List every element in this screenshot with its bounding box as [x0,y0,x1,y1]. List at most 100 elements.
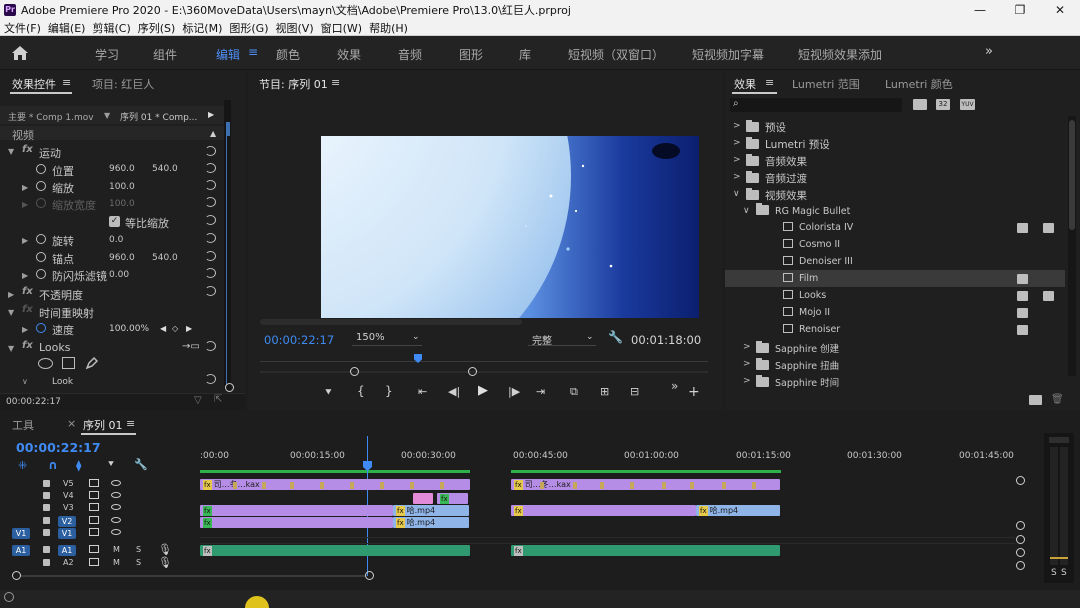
new-bin-icon[interactable] [1029,395,1042,405]
opacity-expand-icon[interactable]: ▶ [8,290,14,299]
workspace-short-video-subtitles[interactable]: 短视频加字幕 [692,46,764,63]
keyframe-marker[interactable] [350,482,354,489]
filter-icon[interactable]: ▽ [194,395,202,406]
lift-icon[interactable]: ⧉ [570,385,578,399]
tab-effect-controls[interactable]: 效果控件 [12,76,56,92]
effects-tree-label[interactable]: 视频效果 [746,188,807,203]
microphone-icon[interactable]: 🎙 [158,543,172,556]
eye-icon[interactable] [111,492,121,498]
stopwatch-icon[interactable] [36,164,46,174]
effect-settings-icon[interactable]: →▭ [182,341,200,352]
accelerated-effects-icon[interactable] [913,99,927,110]
solo-left-label[interactable]: S [1051,568,1057,578]
effects-tree-row[interactable] [725,321,1065,338]
clip-v3[interactable]: fx [511,505,696,516]
add-marker-icon[interactable]: ⯆ [107,459,115,470]
home-icon[interactable] [10,44,30,62]
workspace-color[interactable]: 颜色 [276,46,300,63]
keyframe-marker[interactable] [600,482,604,489]
effect-controls-timecode[interactable]: 00:00:22:17 [6,397,61,407]
reset-icon[interactable] [205,215,216,225]
effects-tree-label[interactable]: Mojo II [783,307,830,318]
clip-v5[interactable]: fx司…冬…kax [200,479,470,490]
chevron-right-icon[interactable]: > [743,359,751,369]
track-target-button[interactable]: V4 [63,491,74,500]
keyframe-marker[interactable] [380,482,384,489]
time-ruler[interactable]: :00:00 00:00:15:00 00:00:30:00 00:00:45:… [200,443,1015,473]
effects-scrollbar[interactable] [1068,116,1076,376]
eye-icon[interactable] [111,529,121,535]
workspace-assembly[interactable]: 组件 [153,46,177,63]
menu-window[interactable]: 窗口(W) [321,20,362,36]
sync-lock-icon[interactable] [89,503,99,511]
reset-icon[interactable] [205,163,216,173]
lock-icon[interactable] [43,529,50,536]
program-monitor-title[interactable]: 节目: 序列 01 [259,76,328,92]
reset-icon[interactable] [205,268,216,278]
fx-badge-icon[interactable]: fx [22,286,33,297]
workspace-graphics[interactable]: 图形 [459,46,483,63]
mute-track-button[interactable]: M [113,545,120,554]
clip-a1[interactable]: fx [200,545,470,556]
effects-tree-label[interactable]: 音频效果 [746,154,807,169]
wrench-icon[interactable]: 🔧 [608,330,623,344]
effects-tree-label[interactable]: Sapphire 扭曲 [756,358,839,372]
show-timeline-icon[interactable]: ▶ [208,110,214,119]
track-target-button[interactable]: V3 [63,503,74,512]
uniform-scale-checkbox[interactable]: ✓ [109,216,120,227]
workspace-short-video-dual[interactable]: 短视频（双窗口） [568,46,664,63]
menu-view[interactable]: 视图(V) [276,20,314,36]
fx-badge-icon[interactable]: fx [22,144,33,155]
extract-icon[interactable]: ⊞ [600,385,609,398]
step-forward-icon[interactable]: |▶ [508,385,520,398]
stopwatch-icon[interactable] [36,269,46,279]
next-keyframe-icon[interactable]: ▶ [186,324,192,333]
fx-badge-icon[interactable]: fx [22,340,33,351]
menu-sequence[interactable]: 序列(S) [138,20,176,36]
clip-v3[interactable]: fx 哈.mp4 [696,505,780,516]
close-tab-icon[interactable]: × [67,417,76,430]
button-editor-icon[interactable]: + [688,384,700,400]
source-patch-button[interactable]: V1 [12,528,30,539]
lock-icon[interactable] [43,517,50,524]
sync-lock-icon[interactable] [89,558,99,566]
menu-graphics[interactable]: 图形(G) [229,20,268,36]
sync-lock-icon[interactable] [89,516,99,524]
clip-v4[interactable] [413,493,433,504]
effects-tree-row[interactable] [725,236,1065,253]
tab-sequence[interactable]: 序列 01 [83,417,123,433]
rotation-value[interactable]: 0.0 [109,235,123,245]
effects-tree-row[interactable] [725,304,1065,321]
clip-v2[interactable]: fx 哈.mp4 [393,517,469,528]
play-icon[interactable]: ▶ [478,383,488,398]
workspace-audio[interactable]: 音频 [398,46,422,63]
scale-value[interactable]: 100.0 [109,182,135,192]
sync-lock-icon[interactable] [89,479,99,487]
timeline-settings-wrench-icon[interactable]: 🔧 [134,458,148,471]
add-keyframe-icon[interactable]: ◇ [172,324,178,333]
tab-project[interactable]: 项目: 红巨人 [92,76,154,92]
track-height-handle[interactable] [1016,476,1025,485]
clip-v3[interactable]: fx 哈.mp4 [393,505,469,516]
track-target-button[interactable]: A1 [58,545,76,556]
ellipse-mask-icon[interactable] [38,358,53,369]
eye-icon[interactable] [111,517,121,523]
stopwatch-icon[interactable] [36,181,46,191]
clip-a1[interactable]: fx [511,545,780,556]
playback-resolution-select[interactable]: 完整 ⌄ [528,330,596,347]
effects-tree-label[interactable]: Colorista IV [783,222,853,233]
timeline-timecode[interactable]: 00:00:22:17 [16,440,101,455]
reset-icon[interactable] [205,180,216,190]
time-remap-expand-icon[interactable]: ▼ [8,308,14,317]
tab-lumetri-color[interactable]: Lumetri 颜色 [885,76,953,92]
effects-tree-label[interactable]: 预设 [746,120,786,135]
more-workspaces-icon[interactable]: » [985,44,993,59]
chevron-right-icon[interactable]: > [743,376,751,386]
lock-icon[interactable] [43,504,50,511]
workspace-short-video-effects[interactable]: 短视频效果添加 [798,46,882,63]
track-target-button[interactable]: V5 [63,479,74,488]
more-controls-icon[interactable]: » [671,379,678,393]
track-height-handle[interactable] [1016,535,1025,544]
lock-icon[interactable] [43,546,50,553]
chevron-right-icon[interactable]: > [733,121,741,131]
